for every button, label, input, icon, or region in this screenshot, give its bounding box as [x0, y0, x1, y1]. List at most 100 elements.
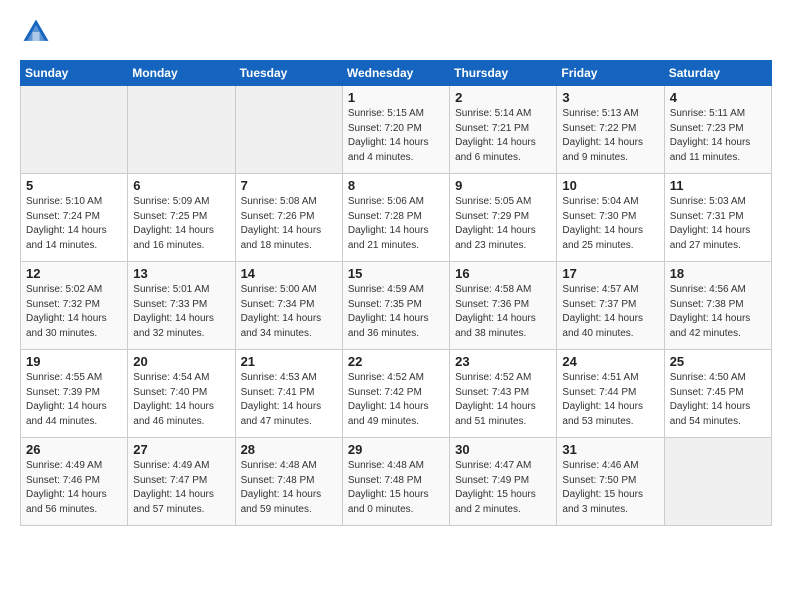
calendar-cell: 6Sunrise: 5:09 AM Sunset: 7:25 PM Daylig…	[128, 174, 235, 262]
cell-date: 7	[241, 178, 337, 193]
calendar-cell: 17 Sunrise: 4:57 AM Sunset: 7:37 PM Dayli…	[557, 262, 664, 350]
calendar-cell	[128, 86, 235, 174]
calendar-cell	[21, 86, 128, 174]
cell-date: 6	[133, 178, 229, 193]
cell-date: 3	[562, 90, 658, 105]
calendar-cell: 16 Sunrise: 4:58 AM Sunset: 7:36 PM Dayli…	[450, 262, 557, 350]
cell-date: 18	[670, 266, 766, 281]
weekday-header-wednesday: Wednesday	[342, 61, 449, 86]
calendar-cell: 20 Sunrise: 4:54 AM Sunset: 7:40 PM Dayli…	[128, 350, 235, 438]
cell-info: Sunrise: 4:51 AM Sunset: 7:44 PM Dayligh…	[562, 371, 658, 429]
cell-info: Sunrise: 4:48 AM Sunset: 7:48 PM Dayligh…	[241, 459, 337, 517]
cell-info: Sunrise: 4:50 AM Sunset: 7:45 PM Dayligh…	[670, 371, 766, 429]
cell-date: 1	[348, 90, 444, 105]
cell-info: Sunrise: 5:11 AM Sunset: 7:23 PM Dayligh…	[670, 107, 766, 165]
cell-info: Sunrise: 4:57 AM Sunset: 7:37 PM Dayligh…	[562, 283, 658, 341]
calendar-cell: 28Sunrise: 4:48 AM Sunset: 7:48 PM Dayli…	[235, 438, 342, 526]
calendar-cell: 1 Sunrise: 5:15 AM Sunset: 7:20 PM Daylig…	[342, 86, 449, 174]
weekday-header-tuesday: Tuesday	[235, 61, 342, 86]
cell-info: Sunrise: 5:01 AM Sunset: 7:33 PM Dayligh…	[133, 283, 229, 341]
cell-info: Sunrise: 4:54 AM Sunset: 7:40 PM Dayligh…	[133, 371, 229, 429]
cell-info: Sunrise: 4:59 AM Sunset: 7:35 PM Dayligh…	[348, 283, 444, 341]
calendar-body: 1 Sunrise: 5:15 AM Sunset: 7:20 PM Daylig…	[21, 86, 772, 526]
cell-info: Sunrise: 5:04 AM Sunset: 7:30 PM Dayligh…	[562, 195, 658, 253]
cell-date: 9	[455, 178, 551, 193]
cell-info: Sunrise: 4:52 AM Sunset: 7:42 PM Dayligh…	[348, 371, 444, 429]
cell-info: Sunrise: 5:14 AM Sunset: 7:21 PM Dayligh…	[455, 107, 551, 165]
cell-date: 10	[562, 178, 658, 193]
cell-date: 15	[348, 266, 444, 281]
cell-info: Sunrise: 5:15 AM Sunset: 7:20 PM Dayligh…	[348, 107, 444, 165]
cell-date: 22	[348, 354, 444, 369]
logo-icon	[20, 16, 52, 48]
calendar-cell: 2 Sunrise: 5:14 AM Sunset: 7:21 PM Daylig…	[450, 86, 557, 174]
calendar-cell: 26 Sunrise: 4:49 AM Sunset: 7:46 PM Dayli…	[21, 438, 128, 526]
calendar-header: SundayMondayTuesdayWednesdayThursdayFrid…	[21, 61, 772, 86]
cell-date: 29	[348, 442, 444, 457]
calendar-cell: 9Sunrise: 5:05 AM Sunset: 7:29 PM Daylig…	[450, 174, 557, 262]
calendar-cell: 15 Sunrise: 4:59 AM Sunset: 7:35 PM Dayli…	[342, 262, 449, 350]
calendar-cell: 29 Sunrise: 4:48 AM Sunset: 7:48 PM Dayli…	[342, 438, 449, 526]
cell-date: 14	[241, 266, 337, 281]
cell-date: 27	[133, 442, 229, 457]
cell-date: 16	[455, 266, 551, 281]
cell-info: Sunrise: 4:48 AM Sunset: 7:48 PM Dayligh…	[348, 459, 444, 517]
cell-date: 19	[26, 354, 122, 369]
cell-info: Sunrise: 4:49 AM Sunset: 7:47 PM Dayligh…	[133, 459, 229, 517]
cell-info: Sunrise: 4:58 AM Sunset: 7:36 PM Dayligh…	[455, 283, 551, 341]
cell-date: 13	[133, 266, 229, 281]
calendar-cell: 27 Sunrise: 4:49 AM Sunset: 7:47 PM Dayli…	[128, 438, 235, 526]
cell-info: Sunrise: 5:10 AM Sunset: 7:24 PM Dayligh…	[26, 195, 122, 253]
cell-info: Sunrise: 4:56 AM Sunset: 7:38 PM Dayligh…	[670, 283, 766, 341]
calendar: SundayMondayTuesdayWednesdayThursdayFrid…	[20, 60, 772, 526]
page: SundayMondayTuesdayWednesdayThursdayFrid…	[0, 0, 792, 612]
cell-date: 24	[562, 354, 658, 369]
cell-date: 26	[26, 442, 122, 457]
cell-date: 25	[670, 354, 766, 369]
cell-info: Sunrise: 4:47 AM Sunset: 7:49 PM Dayligh…	[455, 459, 551, 517]
cell-date: 5	[26, 178, 122, 193]
calendar-cell: 21Sunrise: 4:53 AM Sunset: 7:41 PM Dayli…	[235, 350, 342, 438]
cell-date: 31	[562, 442, 658, 457]
cell-info: Sunrise: 4:46 AM Sunset: 7:50 PM Dayligh…	[562, 459, 658, 517]
calendar-cell: 19Sunrise: 4:55 AM Sunset: 7:39 PM Dayli…	[21, 350, 128, 438]
calendar-cell: 24 Sunrise: 4:51 AM Sunset: 7:44 PM Dayli…	[557, 350, 664, 438]
calendar-cell: 30 Sunrise: 4:47 AM Sunset: 7:49 PM Dayli…	[450, 438, 557, 526]
weekday-header-saturday: Saturday	[664, 61, 771, 86]
cell-info: Sunrise: 4:49 AM Sunset: 7:46 PM Dayligh…	[26, 459, 122, 517]
calendar-cell: 25 Sunrise: 4:50 AM Sunset: 7:45 PM Dayli…	[664, 350, 771, 438]
weekday-header-sunday: Sunday	[21, 61, 128, 86]
calendar-cell: 11Sunrise: 5:03 AM Sunset: 7:31 PM Dayli…	[664, 174, 771, 262]
cell-date: 12	[26, 266, 122, 281]
cell-date: 30	[455, 442, 551, 457]
cell-date: 20	[133, 354, 229, 369]
week-row-2: 12 Sunrise: 5:02 AM Sunset: 7:32 PM Dayli…	[21, 262, 772, 350]
calendar-cell: 12 Sunrise: 5:02 AM Sunset: 7:32 PM Dayli…	[21, 262, 128, 350]
cell-date: 2	[455, 90, 551, 105]
calendar-cell: 22 Sunrise: 4:52 AM Sunset: 7:42 PM Dayli…	[342, 350, 449, 438]
cell-date: 21	[241, 354, 337, 369]
week-row-1: 5 Sunrise: 5:10 AM Sunset: 7:24 PM Daylig…	[21, 174, 772, 262]
cell-info: Sunrise: 5:03 AM Sunset: 7:31 PM Dayligh…	[670, 195, 766, 253]
calendar-cell: 8 Sunrise: 5:06 AM Sunset: 7:28 PM Daylig…	[342, 174, 449, 262]
calendar-cell: 31 Sunrise: 4:46 AM Sunset: 7:50 PM Dayli…	[557, 438, 664, 526]
calendar-cell: 10 Sunrise: 5:04 AM Sunset: 7:30 PM Dayli…	[557, 174, 664, 262]
weekday-header-monday: Monday	[128, 61, 235, 86]
cell-info: Sunrise: 4:52 AM Sunset: 7:43 PM Dayligh…	[455, 371, 551, 429]
cell-info: Sunrise: 5:00 AM Sunset: 7:34 PM Dayligh…	[241, 283, 337, 341]
cell-info: Sunrise: 5:02 AM Sunset: 7:32 PM Dayligh…	[26, 283, 122, 341]
cell-date: 4	[670, 90, 766, 105]
calendar-cell	[664, 438, 771, 526]
weekday-row: SundayMondayTuesdayWednesdayThursdayFrid…	[21, 61, 772, 86]
cell-info: Sunrise: 5:13 AM Sunset: 7:22 PM Dayligh…	[562, 107, 658, 165]
cell-date: 23	[455, 354, 551, 369]
calendar-cell: 5 Sunrise: 5:10 AM Sunset: 7:24 PM Daylig…	[21, 174, 128, 262]
logo	[20, 16, 56, 48]
cell-date: 8	[348, 178, 444, 193]
calendar-cell: 18 Sunrise: 4:56 AM Sunset: 7:38 PM Dayli…	[664, 262, 771, 350]
cell-date: 17	[562, 266, 658, 281]
calendar-cell: 7Sunrise: 5:08 AM Sunset: 7:26 PM Daylig…	[235, 174, 342, 262]
calendar-cell: 23 Sunrise: 4:52 AM Sunset: 7:43 PM Dayli…	[450, 350, 557, 438]
cell-info: Sunrise: 5:06 AM Sunset: 7:28 PM Dayligh…	[348, 195, 444, 253]
calendar-cell: 13 Sunrise: 5:01 AM Sunset: 7:33 PM Dayli…	[128, 262, 235, 350]
